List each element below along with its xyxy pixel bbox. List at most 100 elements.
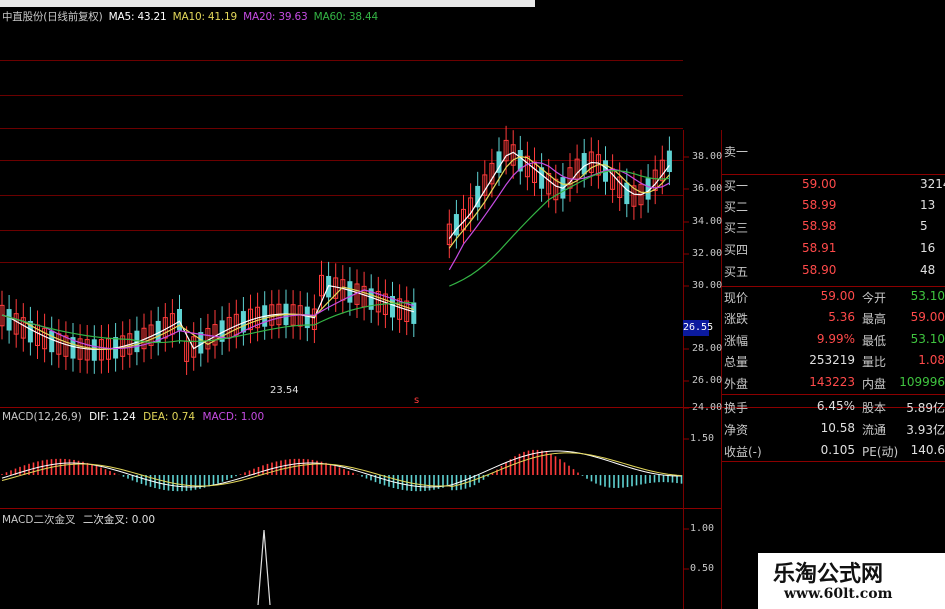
order-book-volume: 48: [920, 263, 936, 277]
macd2-title: MACD二次金叉 二次金叉: 0.00: [2, 512, 159, 527]
stat-label: 涨跌: [724, 312, 749, 326]
dea-line: [1, 452, 682, 487]
stat-row: 外盘 143223 内盘 109996: [722, 372, 945, 392]
candle-body: [49, 330, 55, 353]
candle-body: [581, 153, 587, 175]
axis-tick-marks: [683, 156, 689, 570]
watermark-text: 乐淘公式网: [773, 561, 884, 587]
stock-terminal: 中直股份(日线前复权) MA5: 43.21 MA10: 41.19 MA20:…: [0, 0, 945, 609]
stat-value: 109996: [899, 375, 945, 389]
signal-marker: s: [414, 395, 420, 406]
stat-label: 涨幅: [724, 334, 749, 348]
ma10-line: [1, 155, 670, 350]
macd-title: MACD(12,26,9) DIF: 1.24 DEA: 0.74 MACD: …: [2, 411, 268, 423]
stat-row: 总量 253219 量比 1.08: [722, 350, 945, 370]
candle-body: [91, 339, 97, 361]
order-book-label: 买四: [724, 243, 749, 257]
dea-value: DEA: 0.74: [143, 411, 196, 423]
order-book-row[interactable]: 买二 58.99 13: [722, 195, 945, 216]
ma20-line: [1, 161, 670, 350]
candle-body: [347, 281, 353, 303]
stat-label: 今开: [862, 291, 887, 305]
dif-line: [1, 450, 682, 488]
stat-label: 总量: [724, 355, 749, 369]
stat-label: 换手: [724, 401, 749, 415]
order-book-row[interactable]: 卖一: [722, 140, 945, 161]
stat-row: 涨幅 9.99% 最低 53.10: [722, 329, 945, 349]
macd-histogram: [1, 449, 683, 492]
order-book-row[interactable]: 买一 59.00 3214: [722, 174, 945, 195]
stat-label: 现价: [724, 291, 749, 305]
ma60-line: [1, 170, 670, 344]
stat-value: 143223: [809, 375, 855, 389]
ma5-line: [1, 151, 670, 351]
stat-value: 53.10: [910, 289, 945, 303]
order-book-label: 买二: [724, 200, 749, 214]
order-book-price: 59.00: [802, 177, 837, 191]
macd2-label: MACD二次金叉: [2, 514, 76, 526]
order-book-price: 58.90: [802, 263, 837, 277]
stat-label: 外盘: [724, 377, 749, 391]
order-book-price: 58.98: [802, 219, 837, 233]
stat-value: 59.00: [820, 289, 855, 303]
stat-value: 253219: [809, 353, 855, 367]
stat-row: 净资 10.58 流通 3.93亿: [722, 418, 945, 438]
stat-value: 140.6: [910, 443, 945, 457]
stat-label: 收益(-): [724, 445, 762, 459]
watermark-url: www.60lt.com: [784, 586, 893, 602]
dif-value: DIF: 1.24: [89, 411, 136, 423]
signal-spike: [257, 529, 271, 606]
order-book-price: 58.99: [802, 198, 837, 212]
moving-average-lines: [1, 151, 670, 351]
candle-body: [624, 182, 630, 205]
stat-row: 换手 6.45% 股本 5.89亿: [722, 396, 945, 416]
stat-label: 净资: [724, 423, 749, 437]
watermark-logo: 乐淘公式网 www.60lt.com: [758, 553, 945, 609]
stat-value: 0.105: [820, 443, 855, 457]
candle-body: [6, 309, 12, 331]
stat-value: 59.00: [910, 310, 945, 324]
stat-value: 10.58: [820, 421, 855, 435]
stat-label: 量比: [862, 355, 887, 369]
stat-label: 最低: [862, 334, 887, 348]
order-book-row[interactable]: 买四 58.91 16: [722, 238, 945, 259]
stat-value: 1.08: [918, 353, 945, 367]
macd-label: MACD(12,26,9): [2, 411, 82, 423]
stat-row: 现价 59.00 今开 53.10: [722, 286, 945, 306]
candle-body: [198, 332, 204, 354]
order-book-row[interactable]: 买三 58.98 5: [722, 216, 945, 237]
order-book-volume: 5: [920, 219, 928, 233]
macd-lines: [1, 450, 682, 488]
stat-value: 3.93亿: [906, 423, 945, 437]
order-book-label: 买三: [724, 221, 749, 235]
order-book-label: 买一: [724, 179, 749, 193]
candle-body: [539, 167, 545, 189]
order-book-price: 58.91: [802, 241, 837, 255]
macd2-axis-tick: 0.50: [690, 563, 715, 574]
stat-label: 股本: [862, 401, 887, 415]
order-book-row[interactable]: 买五 58.90 48: [722, 260, 945, 281]
order-book-volume: 3214: [920, 177, 945, 191]
order-book-label: 卖一: [724, 145, 749, 159]
stat-value: 53.10: [910, 332, 945, 346]
low-price-annotation: 23.54: [270, 385, 299, 396]
stat-value: 6.45%: [816, 399, 855, 413]
stat-label: 流通: [862, 423, 887, 437]
stat-label: 内盘: [862, 377, 887, 391]
stat-row: 涨跌 5.36 最高 59.00: [722, 307, 945, 327]
candle-body: [666, 150, 672, 173]
stat-label: 最高: [862, 312, 887, 326]
candle-body: [645, 178, 651, 200]
macd2-axis-tick: 1.00: [690, 523, 715, 534]
stat-row: 收益(-) 0.105 PE(动) 140.6: [722, 440, 945, 460]
golden-cross-signal: [257, 529, 271, 606]
order-book-volume: 16: [920, 241, 936, 255]
stat-label: PE(动): [862, 445, 899, 459]
stat-value: 9.99%: [816, 332, 855, 346]
macd-value: MACD: 1.00: [202, 411, 265, 423]
macd-axis-tick: 1.50: [690, 433, 715, 444]
stat-value: 5.89亿: [906, 401, 945, 415]
order-book-volume: 13: [920, 198, 936, 212]
order-book-label: 买五: [724, 265, 749, 279]
stat-value: 5.36: [828, 310, 855, 324]
